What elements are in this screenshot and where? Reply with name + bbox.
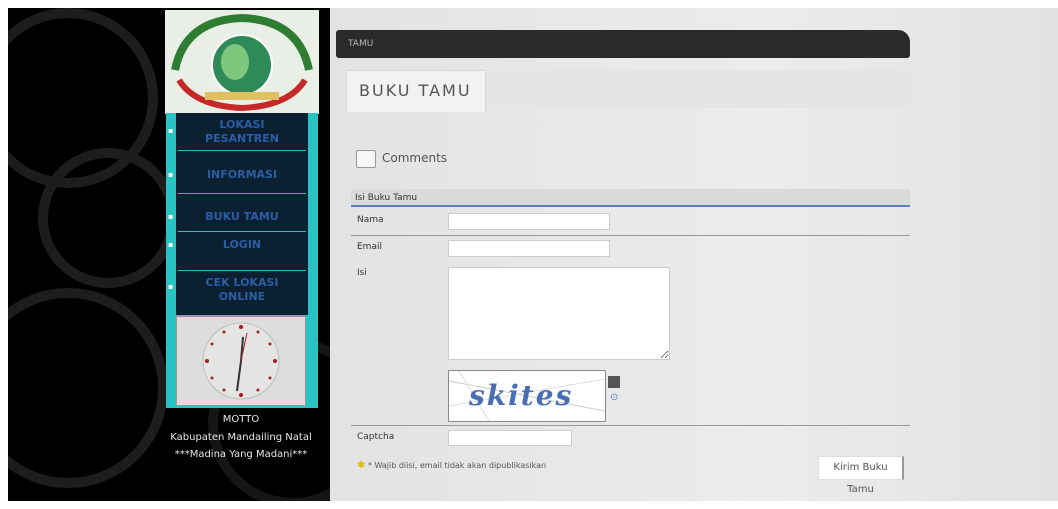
swirl-ornament [38,148,178,288]
captcha-input[interactable] [448,430,572,446]
captcha-image: skites [448,370,606,422]
site-logo [165,10,319,114]
email-input[interactable] [448,240,610,257]
name-label: Nama [357,215,384,225]
bullet-icon: ▪ [168,126,174,135]
bullet-icon: ▪ [168,212,174,221]
captcha-text: skites [469,379,574,412]
sidebar-item-informasi[interactable]: INFORMASI [178,168,306,182]
sidebar-item-buku-tamu[interactable]: BUKU TAMU [178,210,306,224]
captcha-label: Captcha [357,432,395,442]
form-section-header: Isi Buku Tamu [351,189,910,207]
form-divider [351,425,910,426]
captcha-audio-icon[interactable]: ⊙ [610,392,618,403]
menu-divider [178,231,306,232]
comments-label: Comments [382,151,448,165]
required-note: ✱ * Wajib diisi, email tidak akan dipubl… [357,460,546,471]
star-icon: ✱ [357,460,366,471]
sidebar-item-lokasi-pesantren[interactable]: LOKASI PESANTREN [178,118,306,146]
menu-divider [178,270,306,271]
motto-title: MOTTO [222,414,260,425]
form-divider [351,235,910,236]
name-input[interactable] [448,213,610,230]
motto-line-1: Kabupaten Mandailing Natal [170,432,312,443]
menu-divider [178,150,306,151]
tab-buku-tamu[interactable]: BUKU TAMU [346,70,486,112]
menu-divider [178,193,306,194]
analog-clock-icon [176,316,306,406]
bullet-icon: ▪ [168,240,174,249]
comment-bubble-icon [356,150,376,168]
email-label: Email [357,242,382,252]
required-note-text: * Wajib diisi, email tidak akan dipublik… [367,461,547,470]
captcha-refresh-icon[interactable] [608,376,620,388]
bullet-icon: ▪ [168,170,174,179]
submit-button[interactable]: Kirim Buku Tamu [818,456,904,495]
swirl-ornament [8,288,168,488]
motto-line-2: ***Madina Yang Madani*** [174,449,308,460]
message-label: Isi [357,268,367,278]
page-header-bar: TAMU [336,30,910,58]
sidebar-item-login[interactable]: LOGIN [178,238,306,252]
sidebar-item-cek-lokasi-online[interactable]: CEK LOKASI ONLINE [178,276,306,304]
message-textarea[interactable] [448,267,670,360]
bullet-icon: ▪ [168,282,174,291]
